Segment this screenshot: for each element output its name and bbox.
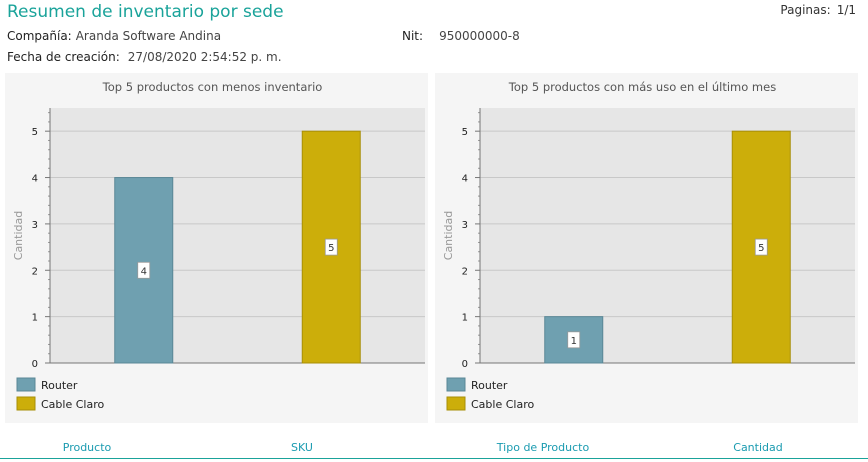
column-header-sku[interactable]: SKU <box>291 441 313 454</box>
plot-area <box>480 108 855 363</box>
y-axis-title: Cantidad <box>442 211 455 260</box>
y-tick-label: 5 <box>32 127 38 138</box>
legend-label: Cable Claro <box>471 398 534 411</box>
date-label: Fecha de creación: <box>7 50 120 64</box>
chart-panel-mas-uso: Top 5 productos con más uso en el último… <box>435 73 858 423</box>
column-header-tipo-producto[interactable]: Tipo de Producto <box>497 441 589 454</box>
y-tick-label: 1 <box>462 313 468 324</box>
y-tick-label: 3 <box>462 220 468 231</box>
legend-swatch <box>16 396 36 411</box>
report-title: Resumen de inventario por sede <box>7 2 284 22</box>
data-label: 1 <box>571 336 577 347</box>
pages-label: Paginas: <box>780 3 831 17</box>
y-tick-label: 4 <box>462 174 468 185</box>
page-indicator: Paginas: 1/1 <box>780 3 856 17</box>
y-tick-label: 1 <box>32 313 38 324</box>
plot-area <box>50 108 425 363</box>
company-value: Aranda Software Andina <box>75 29 222 43</box>
legend-swatch <box>16 377 36 392</box>
nit-value: 950000000-8 <box>439 29 520 43</box>
legend-label: Router <box>41 379 78 392</box>
table-header: Producto SKU Tipo de Producto Cantidad <box>0 436 868 459</box>
y-tick-label: 0 <box>462 359 468 370</box>
company-label: Compañía: <box>7 29 72 43</box>
y-tick-label: 4 <box>32 174 38 185</box>
legend-swatch <box>446 396 466 411</box>
column-header-cantidad[interactable]: Cantidad <box>733 441 782 454</box>
y-tick-label: 0 <box>32 359 38 370</box>
company-info: Compañía: Aranda Software Andina <box>7 29 221 43</box>
bar-chart-menos-inventario: Top 5 productos con menos inventario 0 1 2 3… <box>12 80 425 411</box>
date-info: Fecha de creación: 27/08/2020 2:54:52 p. … <box>7 50 282 64</box>
legend-label: Router <box>471 379 508 392</box>
chart-title: Top 5 productos con más uso en el último… <box>508 80 776 94</box>
y-tick-label: 3 <box>32 220 38 231</box>
nit-label: Nit: <box>402 29 424 43</box>
data-label: 5 <box>328 243 334 254</box>
column-header-producto[interactable]: Producto <box>63 441 112 454</box>
legend-swatch <box>446 377 466 392</box>
data-label: 4 <box>141 266 147 277</box>
y-tick-label: 5 <box>462 127 468 138</box>
legend-label: Cable Claro <box>41 398 104 411</box>
bar-chart-mas-uso: Top 5 productos con más uso en el último… <box>442 80 855 411</box>
y-axis-title: Cantidad <box>12 211 25 260</box>
y-tick-label: 2 <box>32 266 38 277</box>
date-value: 27/08/2020 2:54:52 p. m. <box>127 50 282 64</box>
chart-panel-menos-inventario: Top 5 productos con menos inventario 0 1 2 3… <box>5 73 428 423</box>
chart-title: Top 5 productos con menos inventario <box>102 80 323 94</box>
pages-value: 1/1 <box>836 3 856 17</box>
y-tick-label: 2 <box>462 266 468 277</box>
nit-info: Nit: 950000000-8 <box>402 29 520 43</box>
data-label: 5 <box>758 243 764 254</box>
